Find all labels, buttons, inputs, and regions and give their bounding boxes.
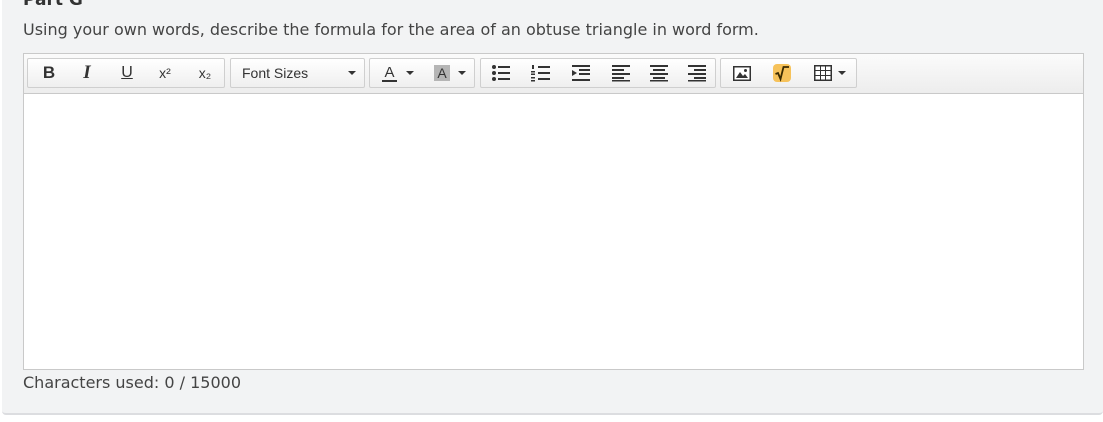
underline-icon: U	[121, 64, 133, 81]
chevron-down-icon	[348, 71, 356, 75]
align-right-button[interactable]	[679, 59, 715, 87]
underline-button[interactable]: U	[110, 59, 144, 87]
bullet-list-button[interactable]	[483, 59, 519, 87]
font-sizes-dropdown[interactable]: Font Sizes	[230, 58, 365, 88]
numbered-list-icon	[531, 65, 550, 82]
italic-button[interactable]: I	[70, 59, 104, 87]
rich-text-editor: B I U x² x₂ Font Sizes A A	[23, 53, 1084, 370]
table-icon	[814, 65, 832, 81]
background-color-icon: A	[434, 65, 450, 81]
font-sizes-label: Font Sizes	[242, 65, 309, 81]
align-center-button[interactable]	[641, 59, 677, 87]
numbered-list-button[interactable]	[523, 59, 559, 87]
chevron-down-icon	[405, 71, 414, 75]
align-left-icon	[612, 65, 630, 82]
insert-image-button[interactable]	[723, 59, 761, 87]
math-equation-icon	[773, 64, 791, 82]
editor-text-area[interactable]	[24, 94, 1083, 369]
question-panel: Part G Using your own words, describe th…	[2, 0, 1103, 415]
bold-icon: B	[42, 63, 56, 82]
character-count: Characters used: 0 / 15000	[23, 373, 242, 392]
paragraph-group	[480, 58, 716, 88]
font-sizes-label-wrap: Font Sizes	[231, 59, 366, 87]
subscript-button[interactable]: x₂	[188, 59, 222, 87]
insert-table-button[interactable]	[805, 59, 855, 87]
editor-toolbar: B I U x² x₂ Font Sizes A A	[24, 54, 1083, 94]
text-style-group: B I U x² x₂	[27, 58, 225, 88]
align-left-button[interactable]	[603, 59, 639, 87]
part-title: Part G	[23, 0, 83, 10]
text-color-icon: A	[382, 63, 397, 82]
italic-icon: I	[83, 62, 91, 83]
superscript-icon: x²	[159, 65, 171, 81]
background-color-button[interactable]: A	[426, 59, 474, 87]
bold-button[interactable]: B	[32, 59, 66, 87]
image-icon	[733, 65, 751, 81]
superscript-button[interactable]: x²	[148, 59, 182, 87]
insert-group	[720, 58, 857, 88]
chevron-down-icon	[838, 71, 846, 75]
align-right-icon	[688, 65, 706, 82]
subscript-icon: x₂	[198, 65, 212, 81]
question-prompt: Using your own words, describe the formu…	[23, 20, 759, 39]
bullet-list-icon	[492, 65, 510, 81]
indent-icon	[572, 65, 590, 81]
insert-math-button[interactable]	[763, 59, 801, 87]
align-center-icon	[650, 65, 668, 82]
text-color-button[interactable]: A	[374, 59, 422, 87]
indent-button[interactable]	[563, 59, 599, 87]
chevron-down-icon	[457, 71, 466, 75]
color-group: A A	[369, 58, 475, 88]
